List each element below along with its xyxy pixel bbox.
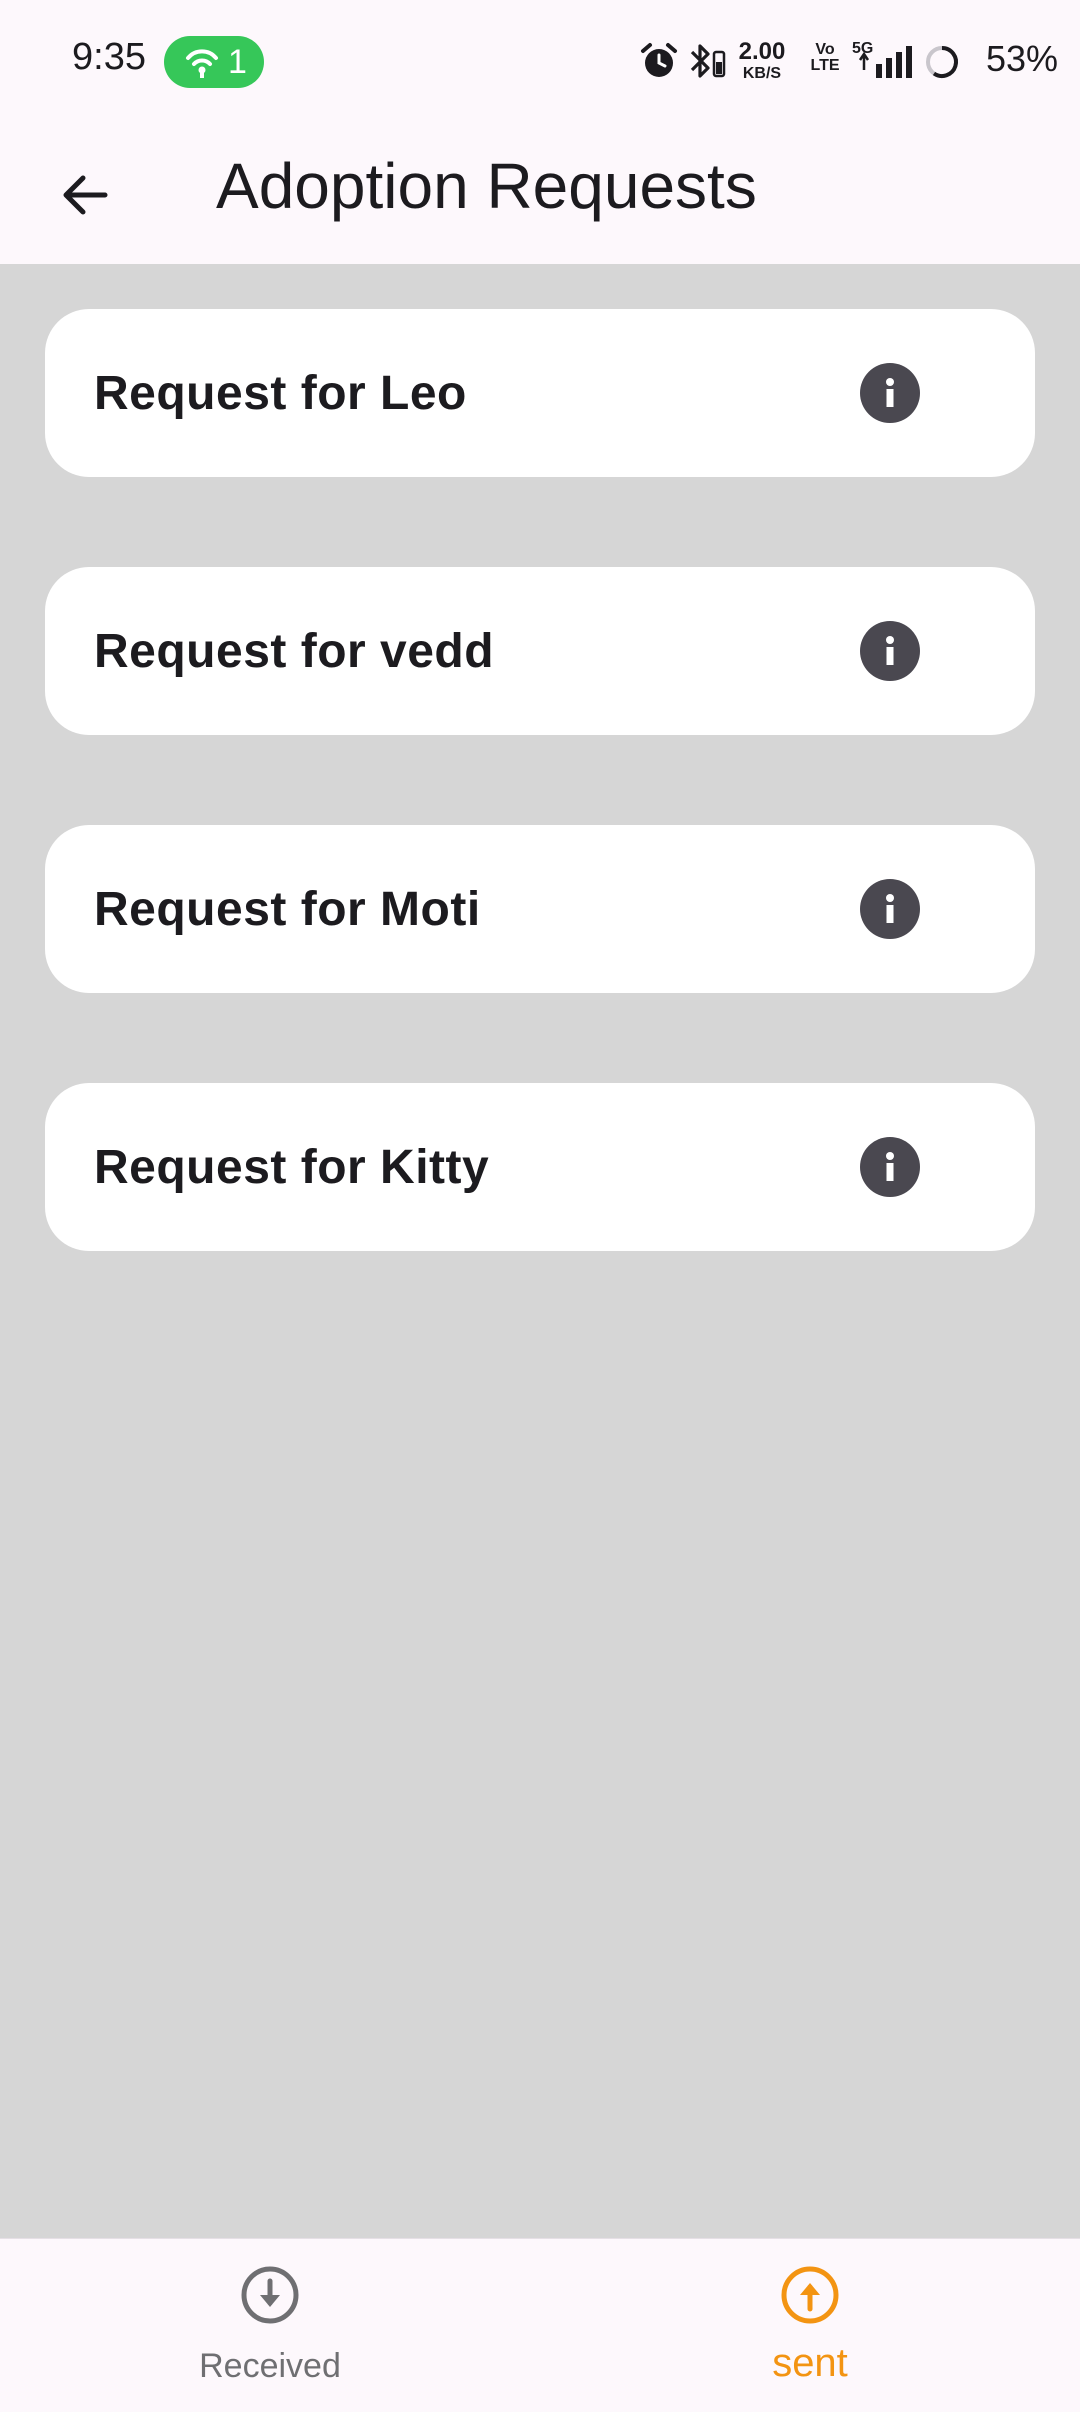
battery-icon <box>926 46 958 78</box>
info-icon <box>886 894 894 923</box>
signal-icon <box>858 46 912 78</box>
info-button[interactable] <box>860 621 920 681</box>
info-icon <box>886 1152 894 1181</box>
bluetooth-icon <box>690 44 726 78</box>
arrow-down-circle-icon <box>241 2266 299 2324</box>
network-speed-value: 2.00 <box>738 38 786 65</box>
info-button[interactable] <box>860 363 920 423</box>
info-icon <box>886 378 894 407</box>
hotspot-indicator[interactable]: 1 <box>164 36 264 88</box>
request-card-kitty[interactable]: Request for Kitty <box>45 1083 1035 1251</box>
info-button[interactable] <box>860 879 920 939</box>
network-speed-unit: KB/S <box>742 65 782 82</box>
volte-indicator: Vo LTE <box>810 42 840 74</box>
info-icon <box>886 636 894 665</box>
request-title: Request for Kitty <box>94 1140 490 1194</box>
status-bar: 9:35 1 2.00 KB/S Vo LTE 5G 53% <box>0 0 1080 124</box>
volte-top: Vo <box>815 41 835 58</box>
hotspot-count: 1 <box>228 43 247 81</box>
hotspot-icon <box>186 49 218 78</box>
status-icons: 2.00 KB/S Vo LTE 5G 53% <box>620 0 1080 124</box>
bottom-navigation: Received sent <box>0 2238 1080 2412</box>
nav-received[interactable]: Received <box>120 2239 420 2412</box>
request-title: Request for Moti <box>94 882 481 936</box>
request-title: Request for vedd <box>94 624 495 678</box>
request-title: Request for Leo <box>94 366 467 420</box>
alarm-icon <box>641 43 677 77</box>
volte-bottom: LTE <box>810 57 840 74</box>
nav-received-label: Received <box>199 2347 341 2385</box>
arrow-up-circle-icon <box>781 2266 839 2324</box>
request-card-leo[interactable]: Request for Leo <box>45 309 1035 477</box>
request-card-vedd[interactable]: Request for vedd <box>45 567 1035 735</box>
network-speed: 2.00 KB/S <box>732 40 792 82</box>
nav-sent-label: sent <box>772 2341 848 2385</box>
arrow-back-icon <box>63 175 108 215</box>
back-button[interactable] <box>40 150 130 240</box>
request-list: Request for Leo Request for vedd Request… <box>0 264 1080 2238</box>
request-card-moti[interactable]: Request for Moti <box>45 825 1035 993</box>
status-time: 9:35 <box>72 36 146 78</box>
page-title: Adoption Requests <box>216 150 757 222</box>
info-button[interactable] <box>860 1137 920 1197</box>
app-bar: Adoption Requests <box>0 124 1080 264</box>
battery-percent: 53% <box>985 38 1058 79</box>
nav-sent[interactable]: sent <box>660 2239 960 2412</box>
